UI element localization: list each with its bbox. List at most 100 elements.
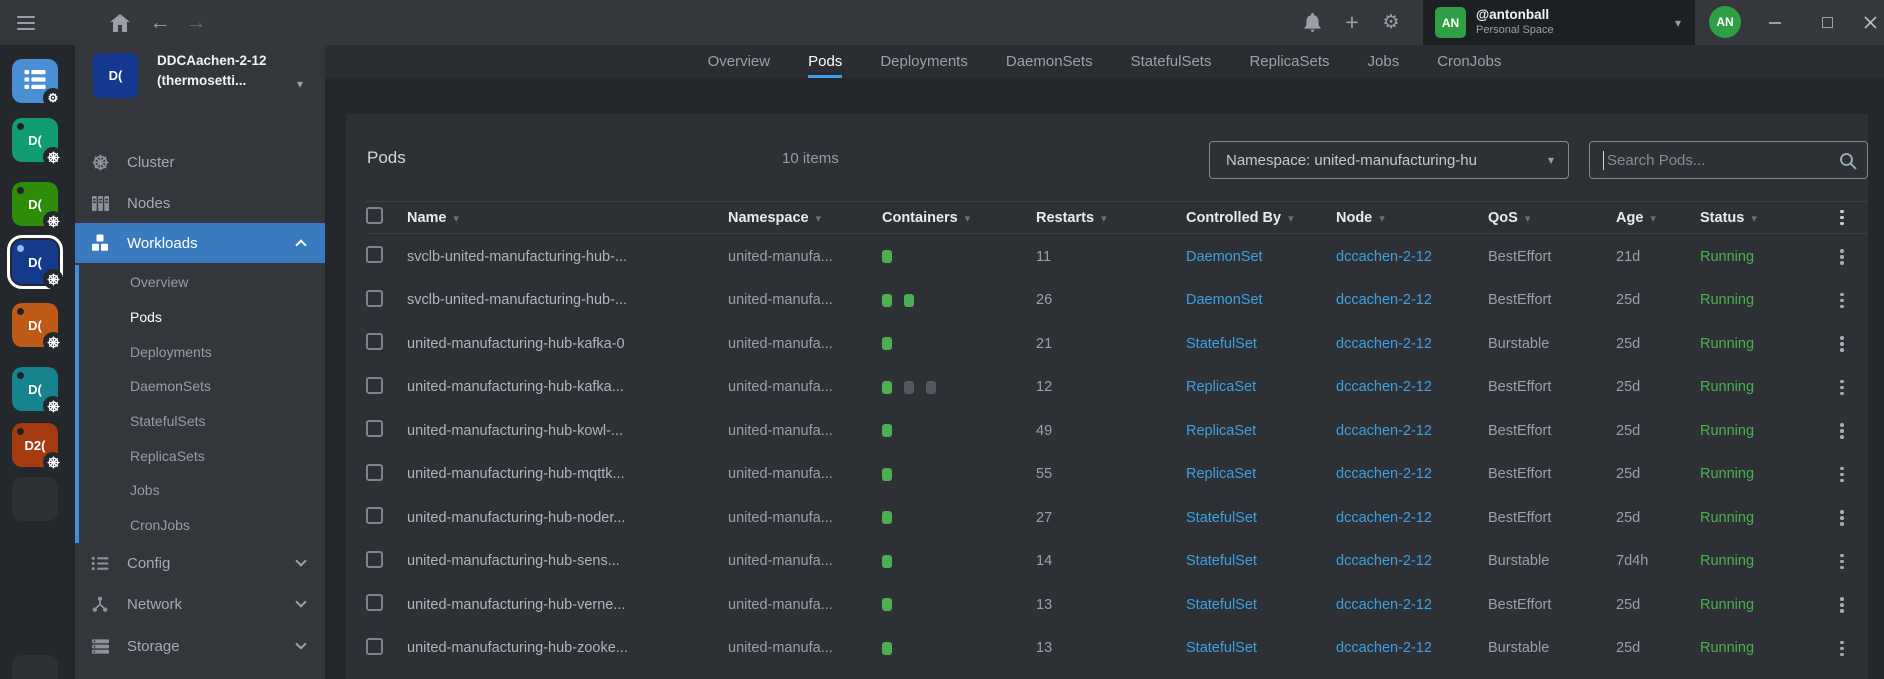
cell-node-link[interactable]: dccachen-2-12 — [1336, 597, 1488, 613]
row-checkbox[interactable] — [366, 507, 383, 525]
table-row[interactable]: united-manufacturing-hub-sens... united-m… — [366, 540, 1868, 584]
tab-daemonsets[interactable]: DaemonSets — [1006, 45, 1093, 78]
cell-controlled-by-link[interactable]: DaemonSet — [1186, 292, 1336, 308]
row-actions-kebab-icon[interactable] — [1832, 292, 1852, 308]
row-actions-kebab-icon[interactable] — [1832, 510, 1852, 526]
column-header-containers[interactable]: Containers ▾ — [882, 210, 1036, 226]
row-actions-kebab-icon[interactable] — [1832, 249, 1852, 265]
row-actions-kebab-icon[interactable] — [1832, 336, 1852, 352]
sidebar-item-cluster[interactable]: Cluster — [75, 142, 325, 182]
sidebar-item-storage[interactable]: Storage — [75, 626, 325, 666]
row-actions-kebab-icon[interactable] — [1832, 423, 1852, 439]
column-header-controlled-by[interactable]: Controlled By ▾ — [1186, 210, 1336, 226]
cell-controlled-by-link[interactable]: ReplicaSet — [1186, 466, 1336, 482]
column-header-namespace[interactable]: Namespace ▾ — [728, 210, 882, 226]
cell-controlled-by-link[interactable]: StatefulSet — [1186, 553, 1336, 569]
row-checkbox[interactable] — [366, 420, 383, 438]
sidebar-subitem-deployments[interactable]: Deployments — [79, 334, 325, 369]
cell-node-link[interactable]: dccachen-2-12 — [1336, 510, 1488, 526]
row-checkbox[interactable] — [366, 289, 383, 307]
cell-controlled-by-link[interactable]: StatefulSet — [1186, 510, 1336, 526]
add-plus-icon[interactable]: + — [1340, 0, 1364, 45]
table-row[interactable]: united-manufacturing-hub-mqttk... united-… — [366, 453, 1868, 497]
cell-node-link[interactable]: dccachen-2-12 — [1336, 466, 1488, 482]
cell-node-link[interactable]: dccachen-2-12 — [1336, 292, 1488, 308]
table-row[interactable]: united-manufacturing-hub-zooke... united-… — [366, 627, 1868, 671]
window-maximize-button[interactable] — [1812, 0, 1842, 45]
column-header-node[interactable]: Node ▾ — [1336, 210, 1488, 226]
cluster-tile[interactable]: D( — [7, 235, 63, 289]
row-checkbox[interactable] — [366, 376, 383, 394]
cluster-tile[interactable]: D( — [12, 118, 63, 167]
row-actions-kebab-icon[interactable] — [1832, 553, 1852, 569]
forward-icon[interactable]: → — [184, 0, 208, 45]
table-row[interactable]: united-manufacturing-hub-kowl-... united-… — [366, 409, 1868, 453]
settings-gear-icon[interactable]: ⚙ — [1379, 0, 1403, 45]
cell-node-link[interactable]: dccachen-2-12 — [1336, 640, 1488, 656]
tab-overview[interactable]: Overview — [708, 45, 771, 78]
cell-node-link[interactable]: dccachen-2-12 — [1336, 379, 1488, 395]
column-header-name[interactable]: Name ▾ — [407, 210, 728, 226]
row-actions-kebab-icon[interactable] — [1832, 597, 1852, 613]
cell-controlled-by-link[interactable]: ReplicaSet — [1186, 379, 1336, 395]
tab-jobs[interactable]: Jobs — [1368, 45, 1400, 78]
cluster-switcher[interactable]: D( DDCAachen-2-12 (thermosetti... ▾ — [75, 51, 325, 117]
window-close-button[interactable] — [1855, 0, 1884, 45]
namespace-filter-select[interactable]: Namespace: united-manufacturing-hu ▾ — [1209, 141, 1569, 179]
back-icon[interactable]: ← — [148, 0, 172, 45]
row-checkbox[interactable] — [366, 246, 383, 264]
table-row[interactable]: united-manufacturing-hub-verne... united-… — [366, 583, 1868, 627]
sidebar-subitem-daemonsets[interactable]: DaemonSets — [79, 369, 325, 404]
sidebar-subitem-overview[interactable]: Overview — [79, 265, 325, 300]
sidebar-subitem-cronjobs[interactable]: CronJobs — [79, 508, 325, 543]
row-checkbox[interactable] — [366, 333, 383, 351]
cluster-tile[interactable]: D( — [12, 367, 63, 416]
search-input[interactable] — [1590, 142, 1867, 178]
cluster-tile[interactable]: D2( — [12, 423, 63, 472]
table-row[interactable]: svclb-united-manufacturing-hub-... united… — [366, 279, 1868, 323]
tab-cronjobs[interactable]: CronJobs — [1437, 45, 1501, 78]
cell-controlled-by-link[interactable]: StatefulSet — [1186, 336, 1336, 352]
column-settings-kebab-icon[interactable] — [1832, 209, 1852, 226]
row-checkbox[interactable] — [366, 463, 383, 481]
tab-pods[interactable]: Pods — [808, 45, 843, 78]
row-actions-kebab-icon[interactable] — [1832, 379, 1852, 395]
tab-deployments[interactable]: Deployments — [880, 45, 968, 78]
table-row[interactable]: united-manufacturing-hub-kafka... united-… — [366, 366, 1868, 410]
cell-node-link[interactable]: dccachen-2-12 — [1336, 553, 1488, 569]
row-actions-kebab-icon[interactable] — [1832, 466, 1852, 482]
column-header-age[interactable]: Age ▾ — [1616, 210, 1700, 226]
cluster-tile[interactable]: D( — [12, 303, 63, 352]
tab-statefulsets[interactable]: StatefulSets — [1131, 45, 1212, 78]
table-row[interactable]: united-manufacturing-hub-noder... united-… — [366, 496, 1868, 540]
sidebar-item-config[interactable]: Config — [75, 543, 325, 583]
cluster-tile[interactable]: D( — [12, 182, 63, 231]
table-row[interactable]: svclb-united-manufacturing-hub-... united… — [366, 235, 1868, 279]
cell-controlled-by-link[interactable]: StatefulSet — [1186, 640, 1336, 656]
account-menu[interactable]: AN @antonball Personal Space ▾ — [1423, 0, 1695, 45]
cell-node-link[interactable]: dccachen-2-12 — [1336, 423, 1488, 439]
select-all-checkbox[interactable] — [366, 207, 383, 224]
row-checkbox[interactable] — [366, 637, 383, 655]
sidebar-subitem-replicasets[interactable]: ReplicaSets — [79, 438, 325, 473]
column-header-qos[interactable]: QoS ▾ — [1488, 210, 1616, 226]
catalog-tile[interactable]: ⚙ — [12, 59, 63, 108]
notifications-bell-icon[interactable] — [1300, 0, 1324, 45]
sidebar-subitem-pods[interactable]: Pods — [79, 300, 325, 335]
cell-node-link[interactable]: dccachen-2-12 — [1336, 336, 1488, 352]
sidebar-subitem-statefulsets[interactable]: StatefulSets — [79, 404, 325, 439]
cell-controlled-by-link[interactable]: StatefulSet — [1186, 597, 1336, 613]
window-minimize-button[interactable] — [1760, 0, 1790, 45]
row-actions-kebab-icon[interactable] — [1832, 640, 1852, 656]
cell-controlled-by-link[interactable]: ReplicaSet — [1186, 423, 1336, 439]
row-checkbox[interactable] — [366, 550, 383, 568]
table-row[interactable]: united-manufacturing-hub-kafka-0 united-m… — [366, 322, 1868, 366]
avatar[interactable]: AN — [1709, 6, 1741, 38]
tab-replicasets[interactable]: ReplicaSets — [1249, 45, 1329, 78]
sidebar-item-nodes[interactable]: Nodes — [75, 183, 325, 223]
sidebar-item-network[interactable]: Network — [75, 584, 325, 624]
home-icon[interactable] — [108, 0, 132, 45]
sidebar-item-workloads[interactable]: Workloads — [75, 223, 325, 263]
cell-node-link[interactable]: dccachen-2-12 — [1336, 249, 1488, 265]
row-checkbox[interactable] — [366, 594, 383, 612]
